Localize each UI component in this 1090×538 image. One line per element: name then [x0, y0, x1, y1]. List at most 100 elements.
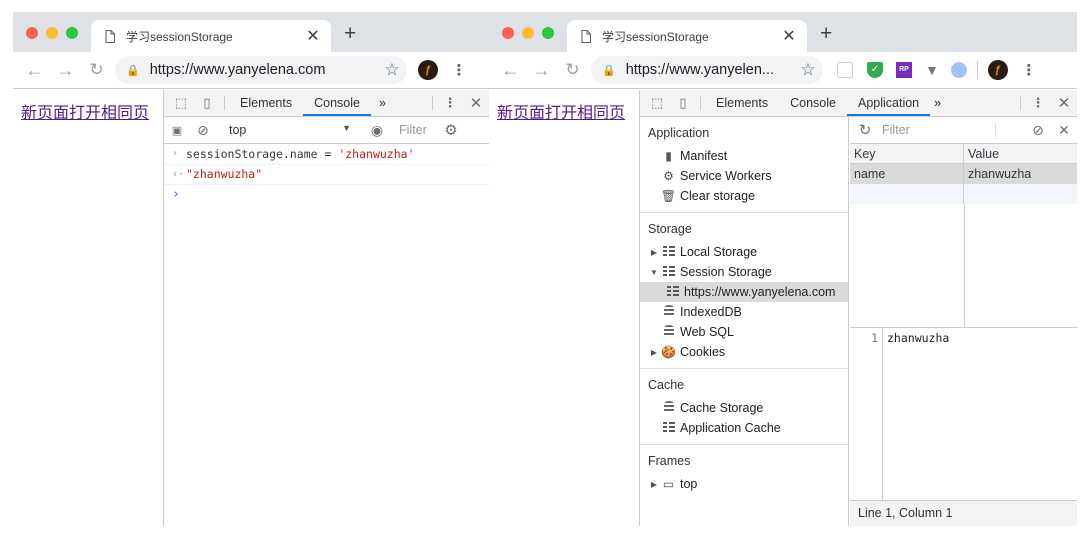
item-label: Application Cache — [680, 421, 781, 435]
browser-tab[interactable]: 学习sessionStorage ✕ — [91, 20, 331, 52]
tab-title: 学习sessionStorage — [126, 29, 233, 44]
context-selector[interactable]: top ▼ — [225, 123, 355, 137]
item-label: IndexedDB — [680, 305, 742, 319]
devtools-menu-icon[interactable]: ⋮ — [1025, 90, 1051, 116]
browser-toolbar: ← → ↻ 🔒 https://www.yanyelena.com ☆ ƒ ⋮ — [13, 52, 489, 89]
browser-window-right: 学习sessionStorage ✕ + ← → ↻ 🔒 https://www… — [489, 12, 1077, 526]
database-icon — [663, 324, 674, 337]
more-tabs-button[interactable]: » — [930, 90, 945, 116]
section-storage: Storage ▶ Local Storage ▼ Session Storage … — [640, 213, 848, 369]
table-row[interactable]: name zhanwuzha — [850, 164, 1077, 184]
sidebar-item-session-origin[interactable]: https://www.yanyelena.com — [640, 282, 848, 302]
blue-extension-icon[interactable] — [950, 62, 967, 78]
vue-extension-icon[interactable]: ▼ — [925, 62, 939, 78]
table-row-empty[interactable] — [850, 184, 1077, 204]
sidebar-item-manifest[interactable]: ▮ Manifest — [648, 146, 848, 166]
close-devtools-icon[interactable]: ✕ — [1051, 90, 1077, 116]
open-same-page-link[interactable]: 新页面打开相同页 — [497, 105, 625, 122]
close-devtools-icon[interactable]: ✕ — [463, 90, 489, 116]
back-icon[interactable]: ← — [495, 60, 526, 81]
sidebar-item-application-cache[interactable]: Application Cache — [648, 418, 848, 438]
tab-elements[interactable]: Elements — [705, 90, 779, 116]
storage-toolbar: ↻ Filter ⊘ ✕ — [850, 117, 1077, 144]
profile-avatar[interactable]: ƒ — [418, 60, 438, 80]
tab-console[interactable]: Console — [303, 90, 371, 116]
console-toolbar: ▣ ⊘ top ▼ ◉ Filter ⚙ — [164, 117, 489, 144]
menu-kebab-icon[interactable]: ⋮ — [446, 61, 472, 79]
refresh-icon[interactable]: ↻ — [852, 121, 878, 139]
preview-text[interactable]: zhanwuzha — [883, 328, 953, 500]
storage-filter-input[interactable]: Filter — [878, 123, 996, 137]
item-label: Session Storage — [680, 265, 772, 279]
close-window-button[interactable] — [502, 27, 514, 39]
shield-extension-icon[interactable]: ✓ — [867, 62, 883, 78]
bookmark-star-icon[interactable]: ☆ — [793, 60, 823, 80]
close-tab-icon[interactable]: ✕ — [301, 26, 325, 46]
sidebar-item-indexeddb[interactable]: IndexedDB — [648, 302, 848, 322]
sidebar-item-session-storage[interactable]: ▼ Session Storage — [648, 262, 848, 282]
profile-avatar[interactable]: ƒ — [987, 60, 1008, 80]
gear-icon[interactable]: ⚙ — [438, 121, 464, 139]
tab-strip: 学习sessionStorage ✕ + — [13, 12, 489, 52]
close-tab-icon[interactable]: ✕ — [777, 26, 801, 46]
tab-elements[interactable]: Elements — [229, 90, 303, 116]
device-toolbar-icon[interactable]: ▯ — [670, 90, 696, 116]
console-filter-input[interactable]: Filter — [399, 123, 429, 137]
more-tabs-button[interactable]: » — [371, 90, 394, 116]
rp-extension-icon[interactable]: RP — [896, 62, 912, 78]
divider — [976, 61, 978, 79]
zoom-window-button[interactable] — [66, 27, 78, 39]
inspect-element-icon[interactable]: ⬚ — [644, 90, 670, 116]
inspect-element-icon[interactable]: ⬚ — [168, 90, 194, 116]
tab-title: 学习sessionStorage — [602, 29, 709, 44]
column-value-header[interactable]: Value — [964, 144, 1077, 163]
tab-console[interactable]: Console — [779, 90, 847, 116]
console-string: 'zhanwuzha' — [338, 147, 415, 161]
address-bar[interactable]: 🔒 https://www.yanyelena.com ☆ — [115, 56, 407, 84]
sidebar-item-clear-storage[interactable]: 🗑 Clear storage — [648, 186, 848, 206]
sidebar-item-cache-storage[interactable]: Cache Storage — [648, 398, 848, 418]
column-divider — [964, 204, 965, 327]
new-tab-button[interactable]: + — [820, 22, 832, 46]
collapse-arrow-icon[interactable]: ▼ — [648, 268, 660, 277]
minimize-window-button[interactable] — [46, 27, 58, 39]
address-bar[interactable]: 🔒 https://www.yanyelen... ☆ — [591, 56, 823, 84]
sidebar-toggle-icon[interactable]: ▣ — [164, 124, 190, 137]
reload-icon[interactable]: ↻ — [81, 60, 112, 80]
sidebar-item-web-sql[interactable]: Web SQL — [648, 322, 848, 342]
minimize-window-button[interactable] — [522, 27, 534, 39]
close-window-button[interactable] — [26, 27, 38, 39]
clear-all-icon[interactable]: ⊘ — [1025, 122, 1051, 139]
application-sidebar: Application ▮ Manifest ⚙ Service Workers 🗑… — [640, 117, 849, 526]
sidebar-item-service-workers[interactable]: ⚙ Service Workers — [648, 166, 848, 186]
devtools-menu-icon[interactable]: ⋮ — [437, 90, 463, 116]
menu-kebab-icon[interactable]: ⋮ — [1016, 61, 1042, 79]
tab-application[interactable]: Application — [846, 90, 931, 116]
sidebar-item-frame-top[interactable]: ▶ ▭ top — [648, 474, 848, 494]
expand-arrow-icon[interactable]: ▶ — [648, 248, 660, 257]
database-icon — [663, 304, 674, 317]
forward-icon[interactable]: → — [50, 60, 81, 81]
browser-tab[interactable]: 学习sessionStorage ✕ — [567, 20, 807, 52]
open-same-page-link[interactable]: 新页面打开相同页 — [21, 105, 149, 122]
page-content: 新页面打开相同页 — [13, 90, 163, 526]
eye-icon[interactable]: ◉ — [364, 122, 390, 139]
zoom-window-button[interactable] — [542, 27, 554, 39]
prompt-chevron-icon: › — [172, 187, 180, 202]
clear-console-icon[interactable]: ⊘ — [190, 122, 216, 139]
bookmark-star-icon[interactable]: ☆ — [377, 60, 407, 80]
expand-arrow-icon[interactable]: ▶ — [648, 348, 660, 357]
sidebar-item-cookies[interactable]: ▶ 🍪 Cookies — [648, 342, 848, 362]
gear-icon: ⚙ — [663, 169, 674, 183]
sidebar-item-local-storage[interactable]: ▶ Local Storage — [648, 242, 848, 262]
forward-icon[interactable]: → — [526, 60, 557, 81]
new-tab-button[interactable]: + — [344, 22, 356, 46]
back-icon[interactable]: ← — [19, 60, 50, 81]
delete-selected-icon[interactable]: ✕ — [1051, 122, 1077, 139]
reload-icon[interactable]: ↻ — [557, 60, 588, 80]
expand-arrow-icon[interactable]: ▶ — [648, 480, 660, 489]
column-key-header[interactable]: Key — [850, 144, 964, 163]
item-label: https://www.yanyelena.com — [684, 285, 836, 299]
device-toolbar-icon[interactable]: ▯ — [194, 90, 220, 116]
extension-grid-icon[interactable] — [837, 62, 853, 78]
